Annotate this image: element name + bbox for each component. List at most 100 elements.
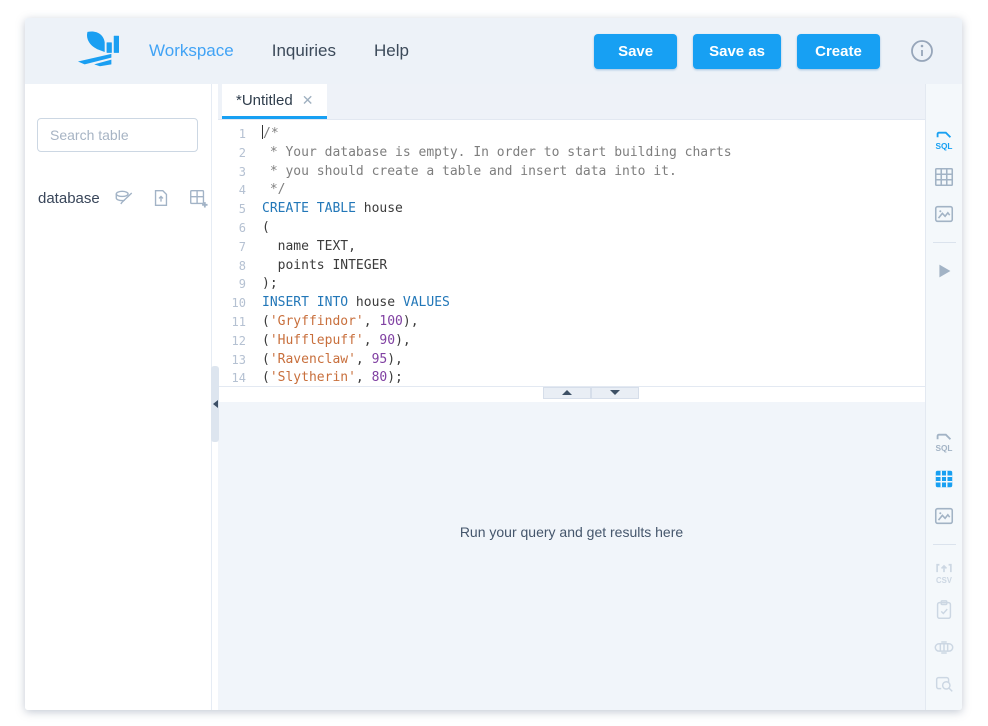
sql-editor[interactable]: 1234567891011121314 /* * Your database i…: [218, 120, 925, 386]
expand-up-button[interactable]: [543, 387, 591, 399]
arrow-up-icon: [562, 390, 572, 395]
nav-help[interactable]: Help: [374, 41, 409, 61]
nav-inquiries[interactable]: Inquiries: [272, 41, 336, 61]
right-rail: SQL: [925, 84, 962, 710]
chart-view-icon[interactable]: [933, 202, 955, 226]
code-token: ,: [356, 370, 372, 385]
collapse-left-icon: [213, 400, 218, 408]
expand-down-button[interactable]: [591, 387, 639, 399]
code-line[interactable]: ('Ravenclaw', 95),: [262, 351, 925, 370]
header-actions: Save Save as Create: [594, 34, 934, 69]
code-token: ,: [364, 333, 380, 348]
code-token: 100: [379, 314, 402, 329]
line-number: 2: [218, 144, 246, 163]
code-token: 'Slytherin': [270, 370, 356, 385]
code-token: points INTEGER: [262, 258, 387, 273]
code-token: * you should create a table and insert d…: [262, 164, 677, 179]
grid-result-icon[interactable]: [933, 467, 955, 491]
pagination-icon[interactable]: [933, 635, 955, 659]
info-icon[interactable]: [910, 39, 934, 63]
line-number: 5: [218, 200, 246, 219]
save-button[interactable]: Save: [594, 34, 677, 69]
line-number: 8: [218, 257, 246, 276]
code-line[interactable]: ('Hufflepuff', 90),: [262, 332, 925, 351]
search-results-icon[interactable]: [933, 672, 955, 696]
nav-workspace[interactable]: Workspace: [149, 41, 234, 61]
code-line[interactable]: ('Gryffindor', 100),: [262, 313, 925, 332]
panel-splitter[interactable]: [218, 386, 925, 402]
code-token: );: [262, 276, 278, 291]
code-token: ,: [364, 314, 380, 329]
export-csv-icon[interactable]: CSV: [933, 561, 955, 585]
database-row[interactable]: database: [37, 188, 199, 208]
code-line[interactable]: );: [262, 275, 925, 294]
edit-database-icon[interactable]: [114, 188, 134, 208]
code-token: 'Gryffindor': [270, 314, 364, 329]
code-line[interactable]: INSERT INTO house VALUES: [262, 294, 925, 313]
code-token: );: [387, 370, 403, 385]
code-token: (: [262, 352, 270, 367]
code-token: 'Ravenclaw': [270, 352, 356, 367]
grid-view-icon[interactable]: [933, 165, 955, 189]
code-line[interactable]: points INTEGER: [262, 257, 925, 276]
line-number: 12: [218, 332, 246, 351]
sql-result-icon[interactable]: SQL: [933, 430, 955, 454]
editor-rail: SQL: [926, 84, 962, 420]
code-lines[interactable]: /* * Your database is empty. In order to…: [258, 125, 925, 386]
create-button[interactable]: Create: [797, 34, 880, 69]
code-token: (: [262, 314, 270, 329]
main-nav: Workspace Inquiries Help: [149, 41, 409, 61]
arrow-down-icon: [610, 390, 620, 395]
code-line[interactable]: /*: [262, 125, 925, 144]
svg-text:SQL: SQL: [936, 444, 953, 453]
clipboard-copy-icon[interactable]: [933, 598, 955, 622]
app-logo-icon[interactable]: [75, 30, 121, 72]
splitter-buttons: [543, 387, 639, 402]
content-area: database: [25, 84, 962, 710]
line-number: 3: [218, 163, 246, 182]
code-token: ,: [356, 352, 372, 367]
code-token: name TEXT,: [262, 239, 356, 254]
rail-divider: [933, 544, 956, 545]
chart-result-icon[interactable]: [933, 504, 955, 528]
line-number: 4: [218, 181, 246, 200]
svg-text:SQL: SQL: [936, 142, 953, 151]
run-query-icon[interactable]: [933, 259, 955, 283]
code-token: house: [348, 295, 403, 310]
tab-close-icon[interactable]: ✕: [302, 92, 314, 109]
code-token: (: [262, 333, 270, 348]
svg-text:CSV: CSV: [936, 576, 953, 585]
sidebar-collapse-handle[interactable]: [211, 366, 219, 442]
code-token: 90: [379, 333, 395, 348]
tab-untitled[interactable]: *Untitled ✕: [222, 84, 327, 119]
line-number: 9: [218, 275, 246, 294]
code-token: (: [262, 220, 270, 235]
code-token: INSERT INTO: [262, 295, 348, 310]
code-line[interactable]: ('Slytherin', 80);: [262, 369, 925, 385]
code-line[interactable]: */: [262, 181, 925, 200]
main-column: *Untitled ✕ 1234567891011121314 /* * You…: [218, 84, 925, 710]
tab-title: *Untitled: [236, 92, 293, 109]
code-line[interactable]: name TEXT,: [262, 238, 925, 257]
search-table-input[interactable]: [37, 118, 198, 152]
code-token: ),: [403, 314, 419, 329]
code-line[interactable]: CREATE TABLE house: [262, 200, 925, 219]
code-line[interactable]: * Your database is empty. In order to st…: [262, 144, 925, 163]
line-number: 13: [218, 351, 246, 370]
code-token: 80: [372, 370, 388, 385]
sidebar-splitter[interactable]: [211, 84, 218, 710]
code-line[interactable]: * you should create a table and insert d…: [262, 163, 925, 182]
save-as-button[interactable]: Save as: [693, 34, 781, 69]
code-line[interactable]: (: [262, 219, 925, 238]
code-token: 'Hufflepuff': [270, 333, 364, 348]
results-rail: SQL: [926, 420, 962, 710]
import-file-icon[interactable]: [151, 188, 171, 208]
sql-view-icon[interactable]: SQL: [933, 128, 955, 152]
add-table-icon[interactable]: [188, 188, 208, 208]
line-number: 14: [218, 369, 246, 385]
line-number: 7: [218, 238, 246, 257]
code-token: * Your database is empty. In order to st…: [262, 145, 732, 160]
header: Workspace Inquiries Help Save Save as Cr…: [25, 18, 962, 84]
code-token: CREATE TABLE: [262, 201, 356, 216]
code-token: VALUES: [403, 295, 450, 310]
